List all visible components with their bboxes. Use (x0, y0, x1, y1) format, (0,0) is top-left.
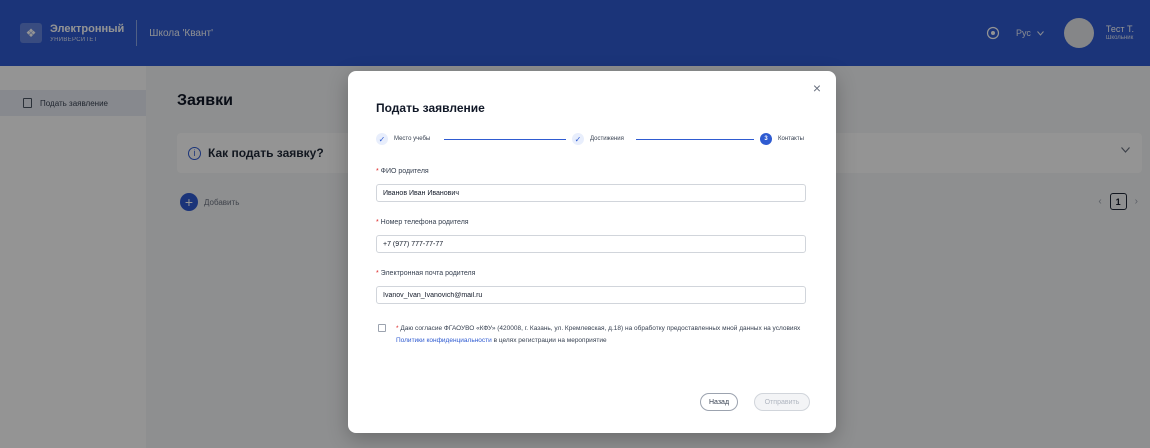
check-icon: ✓ (376, 133, 388, 145)
application-modal: × Подать заявление ✓ Место учебы ✓ Дости… (348, 71, 836, 433)
parent-phone-label: * Номер телефона родителя (376, 219, 469, 226)
parent-name-input[interactable] (376, 184, 806, 202)
parent-phone-input[interactable] (376, 235, 806, 253)
check-icon: ✓ (572, 133, 584, 145)
parent-email-input[interactable] (376, 286, 806, 304)
parent-name-label: * ФИО родителя (376, 168, 429, 175)
consent-checkbox[interactable] (378, 324, 386, 332)
step-label: Достижения (590, 136, 624, 142)
step-achievements[interactable]: ✓ Достижения (572, 133, 624, 145)
consent-text: * Даю согласие ФГАОУВО «КФУ» (420008, г.… (396, 325, 801, 344)
step-label: Место учебы (394, 136, 431, 142)
step-connector (636, 139, 754, 140)
step-connector (444, 139, 566, 140)
step-study-place[interactable]: ✓ Место учебы (376, 133, 430, 145)
close-icon[interactable]: × (810, 81, 824, 95)
privacy-policy-link[interactable]: Политики конфиденциальности (396, 337, 492, 344)
parent-email-label: * Электронная почта родителя (376, 270, 476, 277)
consent-row: * Даю согласие ФГАОУВО «КФУ» (420008, г.… (378, 323, 808, 347)
step-label: Контакты (778, 136, 804, 142)
step-contacts[interactable]: 3 Контакты (760, 133, 804, 145)
step-number-badge: 3 (760, 133, 772, 145)
modal-title: Подать заявление (376, 101, 485, 115)
submit-button[interactable]: Отправить (754, 393, 810, 411)
stepper: ✓ Место учебы ✓ Достижения 3 Контакты (376, 133, 808, 147)
back-button[interactable]: Назад (700, 393, 738, 411)
